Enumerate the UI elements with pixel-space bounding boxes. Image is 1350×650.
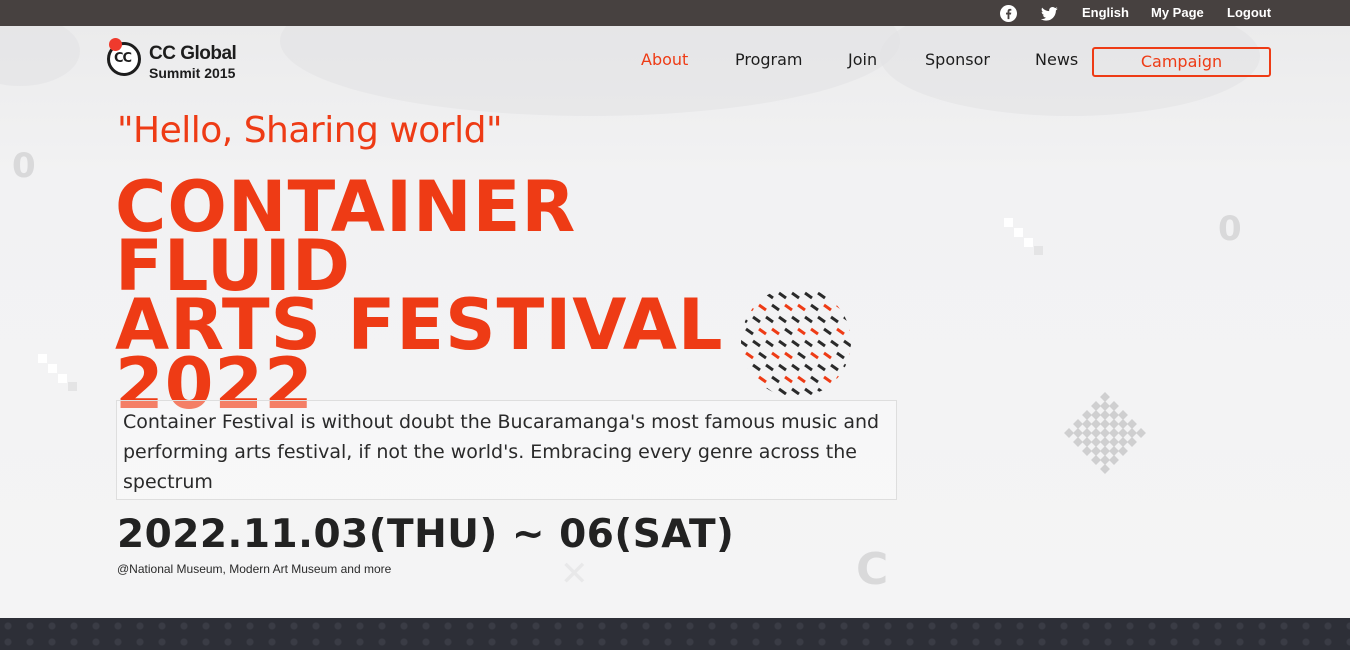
facebook-icon[interactable] <box>1000 5 1017 22</box>
site-logo[interactable]: CC CC Global Summit 2015 <box>105 38 245 86</box>
nav-program[interactable]: Program <box>735 50 803 70</box>
diamond-grid-icon <box>1064 392 1146 474</box>
background-shape <box>280 26 900 116</box>
nav-sponsor[interactable]: Sponsor <box>925 50 990 70</box>
logo-title: CC Global <box>149 43 237 64</box>
decorative-zero-icon: 0 <box>1218 209 1242 249</box>
logo-subtitle: Summit 2015 <box>149 65 236 81</box>
nav-join[interactable]: Join <box>848 50 877 70</box>
campaign-button[interactable]: Campaign <box>1092 47 1271 77</box>
nav-news[interactable]: News <box>1035 50 1078 70</box>
hero-description: Container Festival is without doubt the … <box>116 400 897 500</box>
twitter-icon[interactable] <box>1041 6 1058 22</box>
event-venue: @National Museum, Modern Art Museum and … <box>117 562 392 576</box>
background-shape <box>0 26 80 86</box>
hero-tagline: "Hello, Sharing world" <box>117 110 503 151</box>
my-page-link[interactable]: My Page <box>1151 5 1204 21</box>
logo-dot-icon <box>109 38 122 51</box>
decorative-squares-icon <box>38 354 77 391</box>
decorative-c-icon: C <box>856 544 889 595</box>
decorative-zero-icon: 0 <box>12 146 36 186</box>
nav-about[interactable]: About <box>641 50 688 70</box>
utility-bar: English My Page Logout <box>0 0 1350 26</box>
event-date: 2022.11.03(THU) ~ 06(SAT) <box>117 512 735 557</box>
decorative-squares-icon <box>1004 218 1043 255</box>
logout-link[interactable]: Logout <box>1227 5 1271 21</box>
hero-headline: CONTAINER FLUID ARTS FESTIVAL 2022 <box>115 172 835 419</box>
dashed-circle-pattern-icon <box>741 291 851 395</box>
footer-band <box>0 618 1350 650</box>
language-link[interactable]: English <box>1082 5 1129 21</box>
decorative-x-icon: ✕ <box>560 554 589 594</box>
